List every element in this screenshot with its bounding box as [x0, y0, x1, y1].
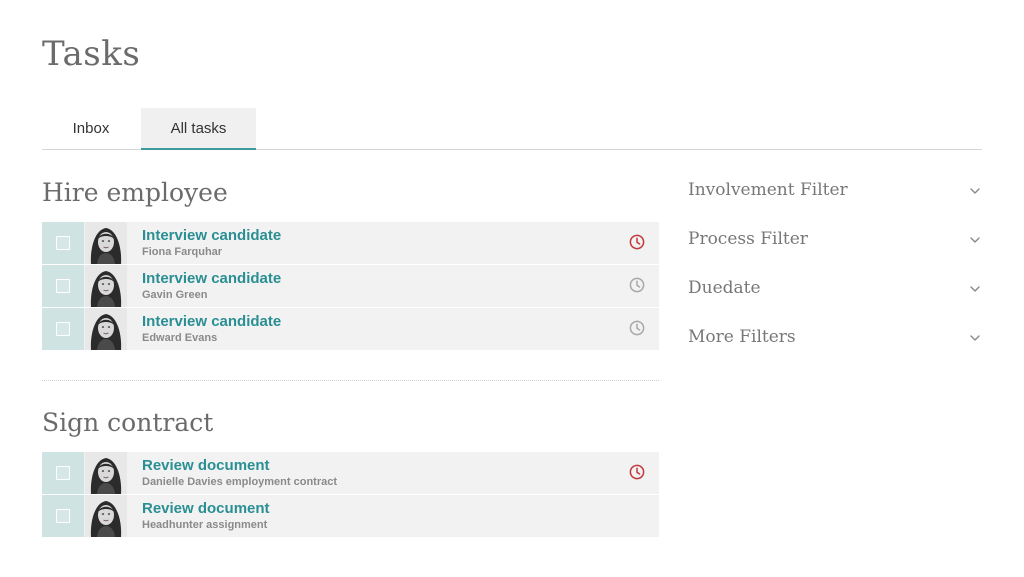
task-checkbox[interactable] [56, 322, 70, 336]
task-name[interactable]: Interview candidate [142, 313, 281, 330]
filter-more[interactable]: More Filters [688, 327, 983, 357]
checkbox-cell [42, 265, 84, 307]
task-row[interactable]: Interview candidate Edward Evans [42, 308, 659, 350]
task-name[interactable]: Review document [142, 500, 270, 517]
filter-process[interactable]: Process Filter [688, 229, 983, 259]
task-row[interactable]: Review document Danielle Davies employme… [42, 452, 659, 494]
task-subtitle: Danielle Davies employment contract [142, 476, 338, 488]
clock-icon [629, 277, 645, 293]
task-subtitle: Headhunter assignment [142, 519, 268, 531]
filter-label: Duedate [688, 278, 761, 298]
task-name[interactable]: Interview candidate [142, 270, 281, 287]
task-checkbox[interactable] [56, 279, 70, 293]
avatar [85, 308, 127, 350]
filter-involvement[interactable]: Involvement Filter [688, 180, 983, 210]
tab-bar: Inbox All tasks [42, 108, 982, 150]
clock-icon [629, 234, 645, 250]
tab-inbox[interactable]: Inbox [42, 108, 140, 150]
filter-label: Involvement Filter [688, 180, 848, 200]
clock-icon [629, 464, 645, 480]
chevron-down-icon [969, 233, 981, 245]
clock-icon [629, 320, 645, 336]
checkbox-cell [42, 222, 84, 264]
task-row[interactable]: Interview candidate Fiona Farquhar [42, 222, 659, 264]
chevron-down-icon [969, 184, 981, 196]
group-divider [42, 380, 659, 381]
task-checkbox[interactable] [56, 509, 70, 523]
chevron-down-icon [969, 282, 981, 294]
checkbox-cell [42, 308, 84, 350]
avatar [85, 452, 127, 494]
task-subtitle: Fiona Farquhar [142, 246, 223, 258]
task-checkbox[interactable] [56, 466, 70, 480]
task-checkbox[interactable] [56, 236, 70, 250]
avatar [85, 222, 127, 264]
chevron-down-icon [969, 331, 981, 343]
checkbox-cell [42, 495, 84, 537]
task-row[interactable]: Review document Headhunter assignment [42, 495, 659, 537]
task-subtitle: Gavin Green [142, 289, 208, 301]
task-row[interactable]: Interview candidate Gavin Green [42, 265, 659, 307]
avatar [85, 495, 127, 537]
avatar [85, 265, 127, 307]
filter-label: Process Filter [688, 229, 808, 249]
page-title: Tasks [42, 34, 141, 74]
group-title: Sign contract [42, 408, 214, 437]
filter-duedate[interactable]: Duedate [688, 278, 983, 308]
checkbox-cell [42, 452, 84, 494]
task-subtitle: Edward Evans [142, 332, 218, 344]
task-name[interactable]: Review document [142, 457, 270, 474]
task-name[interactable]: Interview candidate [142, 227, 281, 244]
group-title: Hire employee [42, 178, 228, 207]
filter-label: More Filters [688, 327, 796, 347]
tab-all-tasks[interactable]: All tasks [141, 108, 256, 150]
